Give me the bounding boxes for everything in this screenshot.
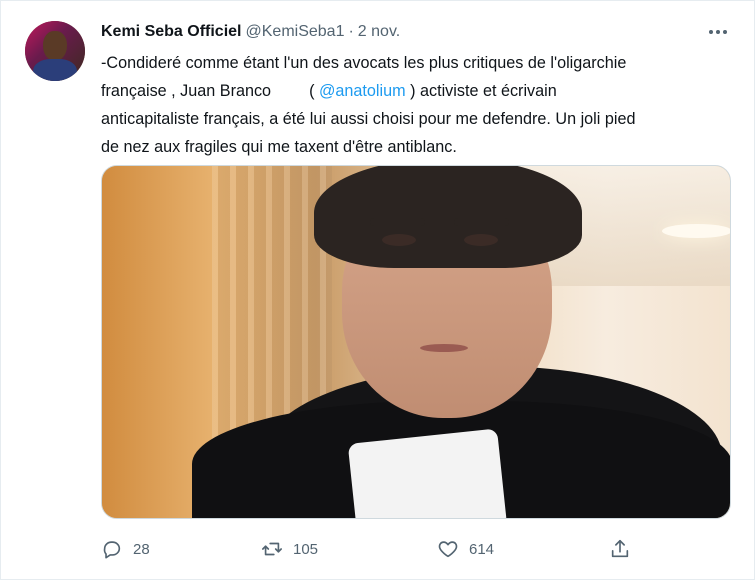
photo-right-eye: [464, 234, 498, 246]
tweet-actions: 28 105 614: [101, 537, 641, 561]
author-name[interactable]: Kemi Seba Officiel: [101, 23, 242, 41]
retweet-button[interactable]: 105: [261, 537, 318, 561]
tweet-text: -Condideré comme étant l'un des avocats …: [101, 49, 741, 161]
mention-close: ): [410, 82, 416, 100]
reply-count: 28: [133, 540, 150, 558]
photo-left-eye: [382, 234, 416, 246]
photo-mouth: [420, 344, 468, 352]
retweet-count: 105: [293, 540, 319, 558]
more-icon[interactable]: [706, 25, 730, 39]
author-handle[interactable]: @KemiSeba1: [246, 23, 345, 41]
photo-left-brow: [370, 218, 425, 226]
tweet-date[interactable]: 2 nov.: [358, 23, 400, 41]
more-dot: [716, 30, 720, 34]
tweet-text-line: -Condideré comme étant l'un des avocats …: [101, 54, 627, 72]
tweet-text-fragment: française , Juan Branco: [101, 82, 272, 100]
photo-lamp: [662, 224, 730, 238]
tweet-text-fragment: activiste et écrivain: [419, 82, 557, 100]
reply-button[interactable]: 28: [101, 537, 150, 561]
like-count: 614: [469, 540, 495, 558]
share-button[interactable]: [609, 537, 631, 561]
like-button[interactable]: 614: [437, 537, 494, 561]
mention-open: (: [309, 82, 315, 100]
avatar[interactable]: [25, 21, 85, 81]
reply-icon: [103, 541, 121, 559]
tweet-photo[interactable]: [101, 165, 731, 519]
tweet-text-line: de nez aux fragiles qui me taxent d'être…: [101, 138, 457, 156]
photo-right-brow: [454, 218, 509, 226]
mention-link[interactable]: @anatolium: [319, 82, 406, 100]
tweet-card[interactable]: Kemi Seba Officiel @KemiSeba1 · 2 nov. -…: [0, 0, 755, 580]
photo-rabat: [347, 428, 507, 518]
avatar-body: [33, 59, 77, 81]
header-separator: ·: [348, 23, 354, 40]
heart-icon: [438, 541, 458, 558]
more-dot: [723, 30, 727, 34]
more-dot: [709, 30, 713, 34]
photo-hair: [314, 166, 582, 268]
tweet-text-line: anticapitaliste français, a été lui auss…: [101, 110, 636, 128]
retweet-icon: [262, 542, 282, 556]
tweet-header: Kemi Seba Officiel @KemiSeba1 · 2 nov.: [101, 23, 400, 43]
avatar-head: [43, 31, 67, 61]
tweet-text-line: française , Juan Branco ( @anatolium ) ac…: [101, 77, 741, 105]
share-icon: [611, 539, 629, 558]
